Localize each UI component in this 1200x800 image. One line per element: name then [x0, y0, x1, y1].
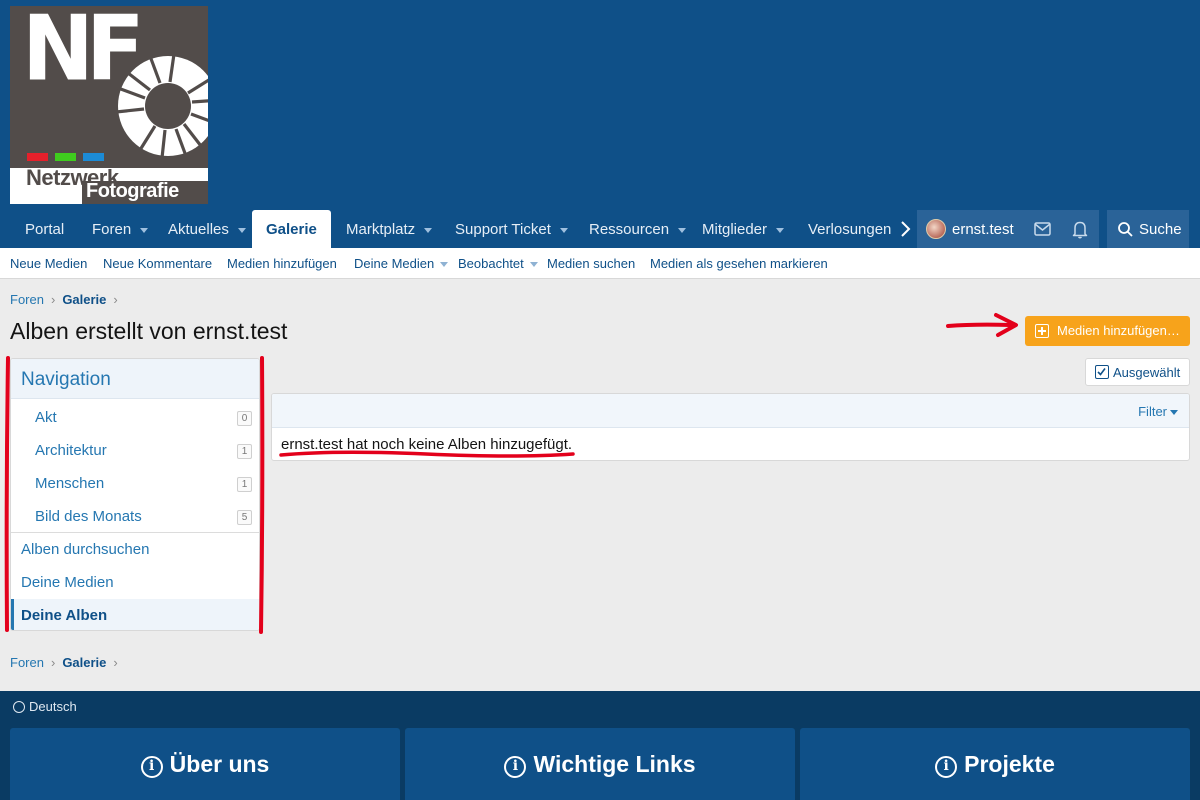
aperture-icon — [115, 53, 208, 159]
underline-annotation — [279, 450, 575, 458]
logo-color-bars — [27, 148, 111, 166]
sidebar-header: Navigation — [11, 359, 259, 399]
chevron-down-icon[interactable] — [559, 227, 568, 233]
nav-ressourcen[interactable]: Ressourcen — [589, 210, 687, 248]
filter-button[interactable]: Filter — [1138, 394, 1178, 429]
count-badge: 0 — [237, 411, 252, 426]
subnav-beobachtet[interactable]: Beobachtet — [458, 248, 538, 279]
chevron-down-icon[interactable] — [140, 227, 149, 233]
breadcrumb-foren[interactable]: Foren — [10, 655, 44, 670]
sidebar-category-architektur[interactable]: Architektur 1 — [11, 434, 259, 467]
chevron-right-icon: › — [50, 292, 56, 307]
filter-bar: Filter — [272, 394, 1189, 428]
footer-box-ueber-uns: i Über uns — [10, 728, 400, 800]
add-media-button[interactable]: Medien hinzufügen… — [1025, 316, 1190, 346]
site-header: NF Netzwerk Fotografie — [0, 0, 1200, 210]
page-title: Alben erstellt von ernst.test — [10, 318, 288, 344]
bell-icon[interactable] — [1061, 210, 1099, 248]
sidebar-navigation: Navigation Akt 0 Architektur 1 Menschen 1 B… — [10, 358, 260, 631]
subnav-neue-medien[interactable]: Neue Medien — [10, 248, 87, 279]
sidebar-link-deine-medien[interactable]: Deine Medien — [11, 566, 259, 599]
site-footer: Deutsch i Über uns i Wichtige Links i Proje… — [0, 691, 1200, 800]
nav-aktuelles[interactable]: Aktuelles — [168, 210, 246, 248]
chevron-down-icon[interactable] — [237, 227, 246, 233]
avatar[interactable] — [926, 219, 946, 239]
nav-support-ticket[interactable]: Support Ticket — [455, 210, 568, 248]
user-menu-button[interactable]: ernst.test — [917, 210, 1021, 248]
nav-verlosungen[interactable]: Verlosungen — [808, 210, 893, 248]
info-icon: i — [935, 756, 958, 778]
chevron-right-icon: › — [113, 292, 118, 307]
globe-icon[interactable] — [13, 701, 25, 713]
bracket-annotation-left — [4, 356, 10, 632]
checkbox-icon[interactable] — [1095, 365, 1109, 379]
search-icon[interactable] — [1117, 221, 1134, 238]
sidebar-category-akt[interactable]: Akt 0 — [11, 401, 259, 434]
footer-box-projekte: i Projekte — [800, 728, 1190, 800]
inbox-button[interactable] — [1023, 210, 1061, 248]
sidebar-category-menschen[interactable]: Menschen 1 — [11, 467, 259, 500]
chevron-down-icon[interactable] — [440, 262, 449, 268]
subnav-neue-kommentare[interactable]: Neue Kommentare — [103, 248, 212, 279]
sidebar-link-alben-durchsuchen[interactable]: Alben durchsuchen — [11, 533, 259, 566]
breadcrumb-foren[interactable]: Foren — [10, 292, 44, 307]
nav-marktplatz[interactable]: Marktplatz — [346, 210, 433, 248]
alerts-button[interactable] — [1061, 210, 1099, 248]
site-logo[interactable]: NF Netzwerk Fotografie — [10, 6, 208, 204]
count-badge: 5 — [237, 510, 252, 525]
chevron-down-icon[interactable] — [1170, 410, 1178, 416]
subnav-mark-viewed[interactable]: Medien als gesehen markieren — [650, 248, 828, 279]
breadcrumb: Foren › Galerie › — [10, 292, 125, 307]
info-icon: i — [504, 756, 527, 778]
chevron-down-icon[interactable] — [678, 227, 687, 233]
chevron-down-icon[interactable] — [529, 262, 538, 268]
footer-box-wichtige-links: i Wichtige Links — [405, 728, 795, 800]
count-badge: 1 — [237, 444, 252, 459]
breadcrumb-bottom: Foren › Galerie › — [10, 655, 125, 670]
chevron-right-icon: › — [50, 655, 56, 670]
nav-foren[interactable]: Foren — [92, 210, 149, 248]
nav-mitglieder[interactable]: Mitglieder — [702, 210, 785, 248]
bracket-annotation-right — [259, 356, 265, 634]
sub-nav: Neue Medien Neue Kommentare Medien hinzu… — [0, 248, 1200, 279]
user-controls: ernst.test — [917, 210, 1099, 248]
chevron-right-icon: › — [113, 655, 118, 670]
sidebar-link-deine-alben[interactable]: Deine Alben — [11, 599, 259, 630]
subnav-deine-medien[interactable]: Deine Medien — [354, 248, 449, 279]
nav-portal[interactable]: Portal — [25, 210, 64, 248]
plus-square-icon[interactable] — [1035, 324, 1049, 338]
logo-word-fotografie: Fotografie — [86, 180, 179, 202]
envelope-icon[interactable] — [1023, 210, 1061, 248]
chevron-down-icon[interactable] — [424, 227, 433, 233]
breadcrumb-galerie[interactable]: Galerie — [62, 292, 106, 307]
breadcrumb-galerie[interactable]: Galerie — [62, 655, 106, 670]
subnav-medien-hinzufuegen[interactable]: Medien hinzufügen — [227, 248, 337, 279]
selected-button[interactable]: Ausgewählt — [1085, 358, 1190, 386]
username[interactable]: ernst.test — [952, 210, 1014, 250]
language-chooser[interactable]: Deutsch — [13, 699, 77, 714]
arrow-annotation-icon — [946, 313, 1018, 337]
search-label[interactable]: Suche — [1139, 210, 1182, 250]
info-icon: i — [140, 756, 163, 778]
nav-galerie[interactable]: Galerie — [252, 210, 331, 248]
chevron-right-icon[interactable] — [893, 210, 917, 248]
subnav-medien-suchen[interactable]: Medien suchen — [547, 248, 635, 279]
count-badge: 1 — [237, 477, 252, 492]
sidebar-category-bild-des-monats[interactable]: Bild des Monats 5 — [11, 500, 259, 533]
nav-scroll-right[interactable] — [893, 210, 917, 248]
chevron-down-icon[interactable] — [776, 227, 785, 233]
search-button[interactable]: Suche — [1107, 210, 1189, 248]
